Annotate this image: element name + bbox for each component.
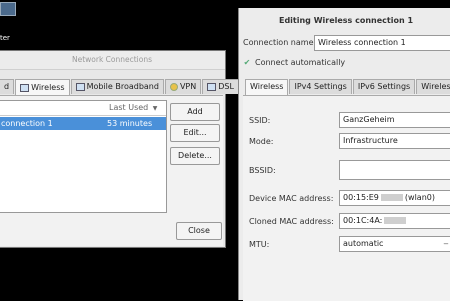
- mode-value: Infrastructure: [343, 136, 398, 145]
- mtu-spinbox[interactable]: automatic −: [339, 236, 450, 252]
- wireless-icon: [20, 84, 30, 92]
- list-item[interactable]: connection 1 53 minutes ago: [0, 117, 166, 141]
- monitor-icon: [0, 2, 16, 16]
- list-header: Last Used ▼: [0, 101, 166, 116]
- mtu-value: automatic: [343, 239, 384, 248]
- connect-automatically-label[interactable]: Connect automatically: [255, 58, 345, 67]
- close-button[interactable]: Close: [176, 222, 222, 240]
- tab-mobile-broadband[interactable]: Mobile Broadband: [70, 79, 164, 94]
- ssid-label: SSID:: [249, 116, 271, 125]
- bssid-label: BSSID:: [249, 166, 276, 175]
- device-mac-prefix: 00:15:E9: [343, 193, 379, 202]
- tab-label: DSL: [218, 82, 234, 91]
- add-button[interactable]: Add: [170, 103, 220, 121]
- redacted-block: [380, 194, 403, 201]
- bssid-combobox[interactable]: [339, 160, 450, 180]
- settings-tabs: Wireless IPv4 Settings IPv6 Settings Wir…: [245, 79, 450, 96]
- tab-wired[interactable]: d: [0, 79, 15, 94]
- connection-type-tabs: d Wireless Mobile Broadband VPN DSL: [0, 79, 240, 96]
- tab-ipv4-settings[interactable]: IPv4 Settings: [289, 79, 352, 94]
- tab-label: VPN: [179, 82, 197, 91]
- cloned-mac-label: Cloned MAC address:: [249, 217, 334, 226]
- device-mac-combobox[interactable]: 00:15:E9 (wlan0): [339, 190, 450, 206]
- tab-label: Wireless: [31, 83, 65, 92]
- mobile-broadband-icon: [75, 83, 85, 91]
- mode-label: Mode:: [249, 137, 274, 146]
- connection-name-label: Connection name:: [243, 38, 317, 47]
- spin-minus-icon[interactable]: −: [443, 237, 449, 251]
- tab-label: d: [4, 82, 10, 91]
- mode-select[interactable]: Infrastructure: [339, 133, 450, 149]
- delete-button[interactable]: Delete...: [170, 147, 220, 165]
- window-title: Editing Wireless connection 1: [278, 16, 414, 25]
- tab-wireless[interactable]: Wireless: [15, 79, 70, 96]
- tab-panel: Last Used ▼ connection 1 53 minutes ago …: [0, 95, 223, 246]
- mtu-label: MTU:: [249, 240, 270, 249]
- edit-connection-window: Editing Wireless connection 1 Connection…: [238, 8, 450, 301]
- sort-down-icon: ▼: [152, 105, 158, 112]
- connection-name-input[interactable]: Wireless connection 1: [314, 35, 450, 51]
- column-header-last-used[interactable]: Last Used ▼: [109, 101, 157, 116]
- tab-dsl[interactable]: DSL: [202, 79, 239, 94]
- tab-wireless[interactable]: Wireless: [245, 79, 289, 96]
- device-mac-suffix: (wlan0): [404, 193, 435, 202]
- device-mac-label: Device MAC address:: [249, 194, 334, 203]
- network-connections-window: Network Connections d Wireless Mobile Br…: [0, 50, 239, 248]
- column-header-label: Last Used: [109, 103, 149, 112]
- tab-vpn[interactable]: VPN: [164, 79, 202, 94]
- tab-label: Mobile Broadband: [86, 82, 159, 91]
- redacted-block: [384, 217, 407, 224]
- cloned-mac-input[interactable]: 00:1C:4A:: [339, 213, 450, 229]
- connection-name: connection 1: [1, 119, 53, 128]
- cloned-mac-prefix: 00:1C:4A:: [343, 216, 383, 225]
- dsl-icon: [207, 83, 217, 91]
- wireless-settings-panel: SSID: GanzGeheim Mode: Infrastructure BS…: [243, 95, 450, 301]
- desktop-computer-icon[interactable]: [0, 2, 18, 20]
- vpn-icon: [169, 83, 178, 91]
- tab-ipv6-settings[interactable]: IPv6 Settings: [352, 79, 416, 94]
- tab-wireless-security[interactable]: Wireless: [416, 79, 450, 94]
- ssid-input[interactable]: GanzGeheim: [339, 112, 450, 128]
- connection-last-used: 53 minutes ago: [107, 119, 153, 141]
- window-title: Network Connections: [0, 51, 225, 70]
- edit-button[interactable]: Edit...: [170, 124, 220, 142]
- checkmark-icon[interactable]: ✔: [243, 58, 251, 67]
- desktop-icon-label[interactable]: ter: [0, 34, 10, 42]
- connection-list[interactable]: Last Used ▼ connection 1 53 minutes ago: [0, 100, 167, 213]
